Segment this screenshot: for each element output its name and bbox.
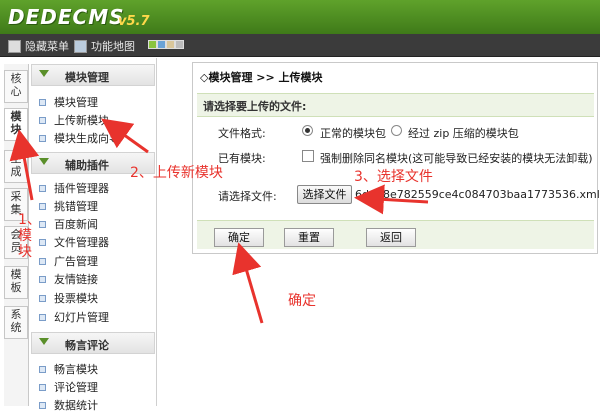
annotation-step2: 2、上传新模块 bbox=[130, 165, 223, 181]
annotation-confirm: 确定 bbox=[288, 293, 316, 309]
annotation-step1: 1、模块 bbox=[18, 212, 41, 260]
arrow-to-ok-button bbox=[232, 242, 264, 324]
annotation-arrows bbox=[9, 118, 429, 324]
arrow-to-module-tab bbox=[9, 129, 40, 201]
annotation-step3: 3、选择文件 bbox=[354, 169, 433, 185]
arrow-to-upload-item bbox=[101, 118, 149, 154]
arrow-to-choose-button bbox=[354, 184, 429, 215]
